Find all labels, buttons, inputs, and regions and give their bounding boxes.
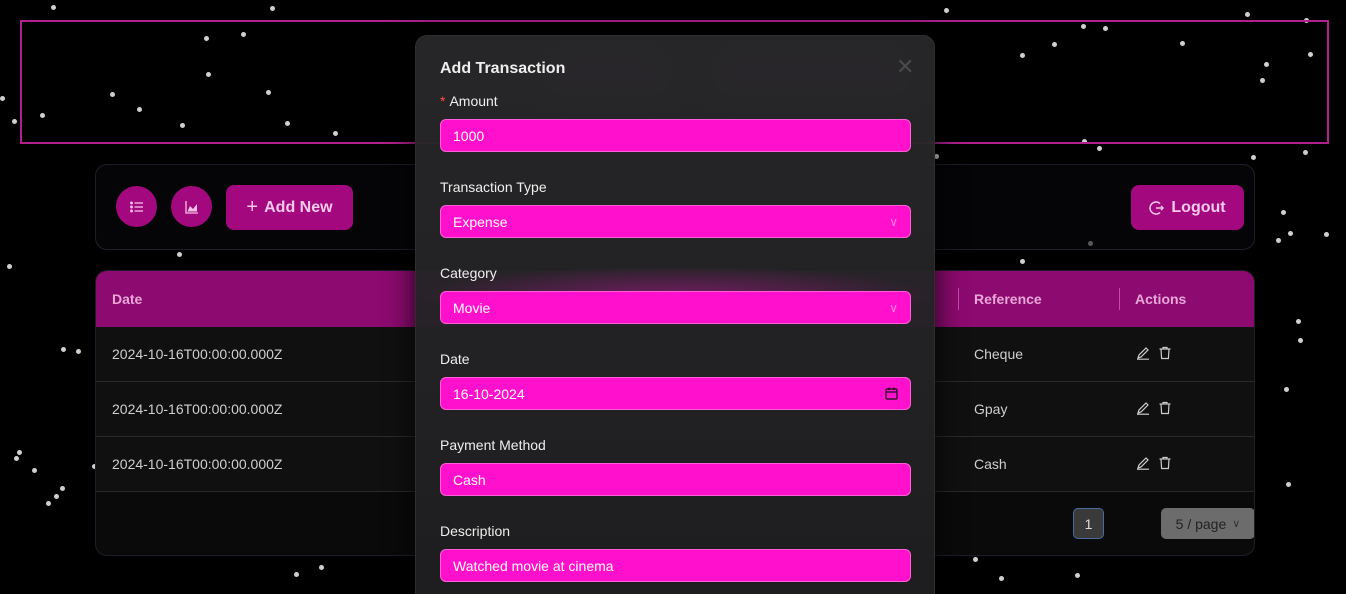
star-dot bbox=[1296, 319, 1301, 324]
star-dot bbox=[12, 119, 17, 124]
delete-icon[interactable] bbox=[1158, 346, 1172, 360]
row-actions bbox=[1136, 456, 1172, 470]
edit-icon[interactable] bbox=[1136, 346, 1150, 360]
amount-label: * Amount bbox=[440, 93, 498, 109]
star-dot bbox=[1020, 259, 1025, 264]
date-label: Date bbox=[440, 351, 470, 367]
edit-icon[interactable] bbox=[1136, 456, 1150, 470]
column-separator bbox=[958, 288, 959, 310]
star-dot bbox=[7, 264, 12, 269]
star-dot bbox=[0, 96, 5, 101]
cell-reference: Cash bbox=[974, 456, 1007, 472]
star-dot bbox=[1251, 155, 1256, 160]
star-dot bbox=[999, 576, 1004, 581]
page-size-label: 5 / page bbox=[1175, 515, 1227, 532]
star-dot bbox=[270, 6, 275, 11]
star-dot bbox=[177, 252, 182, 257]
star-dot bbox=[294, 572, 299, 577]
plus-icon: + bbox=[246, 196, 259, 218]
list-icon bbox=[129, 201, 143, 212]
payment-method-value: Cash bbox=[453, 471, 486, 488]
star-dot bbox=[46, 501, 51, 506]
edit-icon[interactable] bbox=[1136, 401, 1150, 415]
category-value: Movie bbox=[453, 299, 491, 316]
transaction-type-select[interactable]: Expense ∨ bbox=[440, 205, 911, 238]
star-dot bbox=[1097, 146, 1102, 151]
calendar-icon[interactable] bbox=[885, 387, 898, 400]
star-dot bbox=[1324, 232, 1329, 237]
row-actions bbox=[1136, 346, 1172, 360]
column-separator bbox=[1119, 288, 1120, 310]
page-1-button[interactable]: 1 bbox=[1073, 508, 1104, 539]
star-dot bbox=[1288, 231, 1293, 236]
logout-label: Logout bbox=[1171, 198, 1226, 216]
amount-label-text: Amount bbox=[449, 93, 498, 109]
delete-icon[interactable] bbox=[1158, 401, 1172, 415]
star-dot bbox=[76, 349, 81, 354]
add-new-label: Add New bbox=[264, 198, 333, 216]
star-dot bbox=[1303, 150, 1308, 155]
star-dot bbox=[32, 468, 37, 473]
list-view-button[interactable] bbox=[116, 186, 157, 227]
column-header-date[interactable]: Date bbox=[112, 271, 142, 327]
description-label: Description bbox=[440, 523, 511, 539]
payment-method-input[interactable]: Cash bbox=[440, 463, 911, 496]
chevron-down-icon: ∨ bbox=[889, 214, 898, 229]
star-dot bbox=[1286, 482, 1291, 487]
delete-icon[interactable] bbox=[1158, 456, 1172, 470]
column-header-reference[interactable]: Reference bbox=[974, 271, 1042, 327]
add-transaction-modal: Add Transaction ✕ * Amount 1000 Transacti… bbox=[415, 35, 936, 594]
area-chart-icon bbox=[184, 200, 198, 214]
chevron-down-icon: ∨ bbox=[889, 300, 898, 315]
star-dot bbox=[973, 557, 978, 562]
star-dot bbox=[54, 494, 59, 499]
logout-button[interactable]: Logout bbox=[1131, 185, 1244, 230]
amount-input[interactable]: 1000 bbox=[440, 119, 911, 152]
description-input[interactable]: Watched movie at cinema bbox=[440, 549, 911, 582]
column-header-actions: Actions bbox=[1135, 291, 1187, 307]
star-dot bbox=[51, 5, 56, 10]
date-input[interactable]: 16-10-2024 bbox=[440, 377, 911, 410]
chart-view-button[interactable] bbox=[171, 186, 212, 227]
modal-title: Add Transaction bbox=[440, 60, 566, 77]
star-dot bbox=[1075, 573, 1080, 578]
chevron-down-icon: ∨ bbox=[1232, 518, 1241, 530]
amount-value: 1000 bbox=[453, 127, 485, 144]
star-dot bbox=[14, 456, 19, 461]
star-dot bbox=[1276, 238, 1281, 243]
category-select[interactable]: Movie ∨ bbox=[440, 291, 911, 324]
star-dot bbox=[1245, 12, 1250, 17]
star-dot bbox=[1298, 338, 1303, 343]
cell-reference: Gpay bbox=[974, 401, 1008, 417]
cell-date: 2024-10-16T00:00:00.000Z bbox=[112, 401, 283, 417]
logout-icon bbox=[1149, 200, 1165, 215]
required-mark: * bbox=[440, 93, 446, 109]
star-dot bbox=[1281, 210, 1286, 215]
close-icon[interactable]: ✕ bbox=[896, 54, 914, 80]
star-dot bbox=[61, 347, 66, 352]
star-dot bbox=[944, 8, 949, 13]
cell-reference: Cheque bbox=[974, 346, 1024, 362]
star-dot bbox=[17, 450, 22, 455]
transaction-type-value: Expense bbox=[453, 213, 508, 230]
date-value: 16-10-2024 bbox=[453, 385, 525, 402]
transaction-type-label: Transaction Type bbox=[440, 179, 547, 195]
payment-method-label: Payment Method bbox=[440, 437, 546, 453]
star-dot bbox=[1284, 387, 1289, 392]
cell-date: 2024-10-16T00:00:00.000Z bbox=[112, 346, 283, 362]
star-dot bbox=[319, 565, 324, 570]
row-actions bbox=[1136, 401, 1172, 415]
star-dot bbox=[60, 486, 65, 491]
category-label: Category bbox=[440, 265, 497, 281]
description-value: Watched movie at cinema bbox=[453, 557, 614, 574]
page-size-select[interactable]: 5 / page ∨ bbox=[1161, 508, 1254, 539]
add-new-button[interactable]: + Add New bbox=[226, 185, 353, 230]
cell-date: 2024-10-16T00:00:00.000Z bbox=[112, 456, 283, 472]
